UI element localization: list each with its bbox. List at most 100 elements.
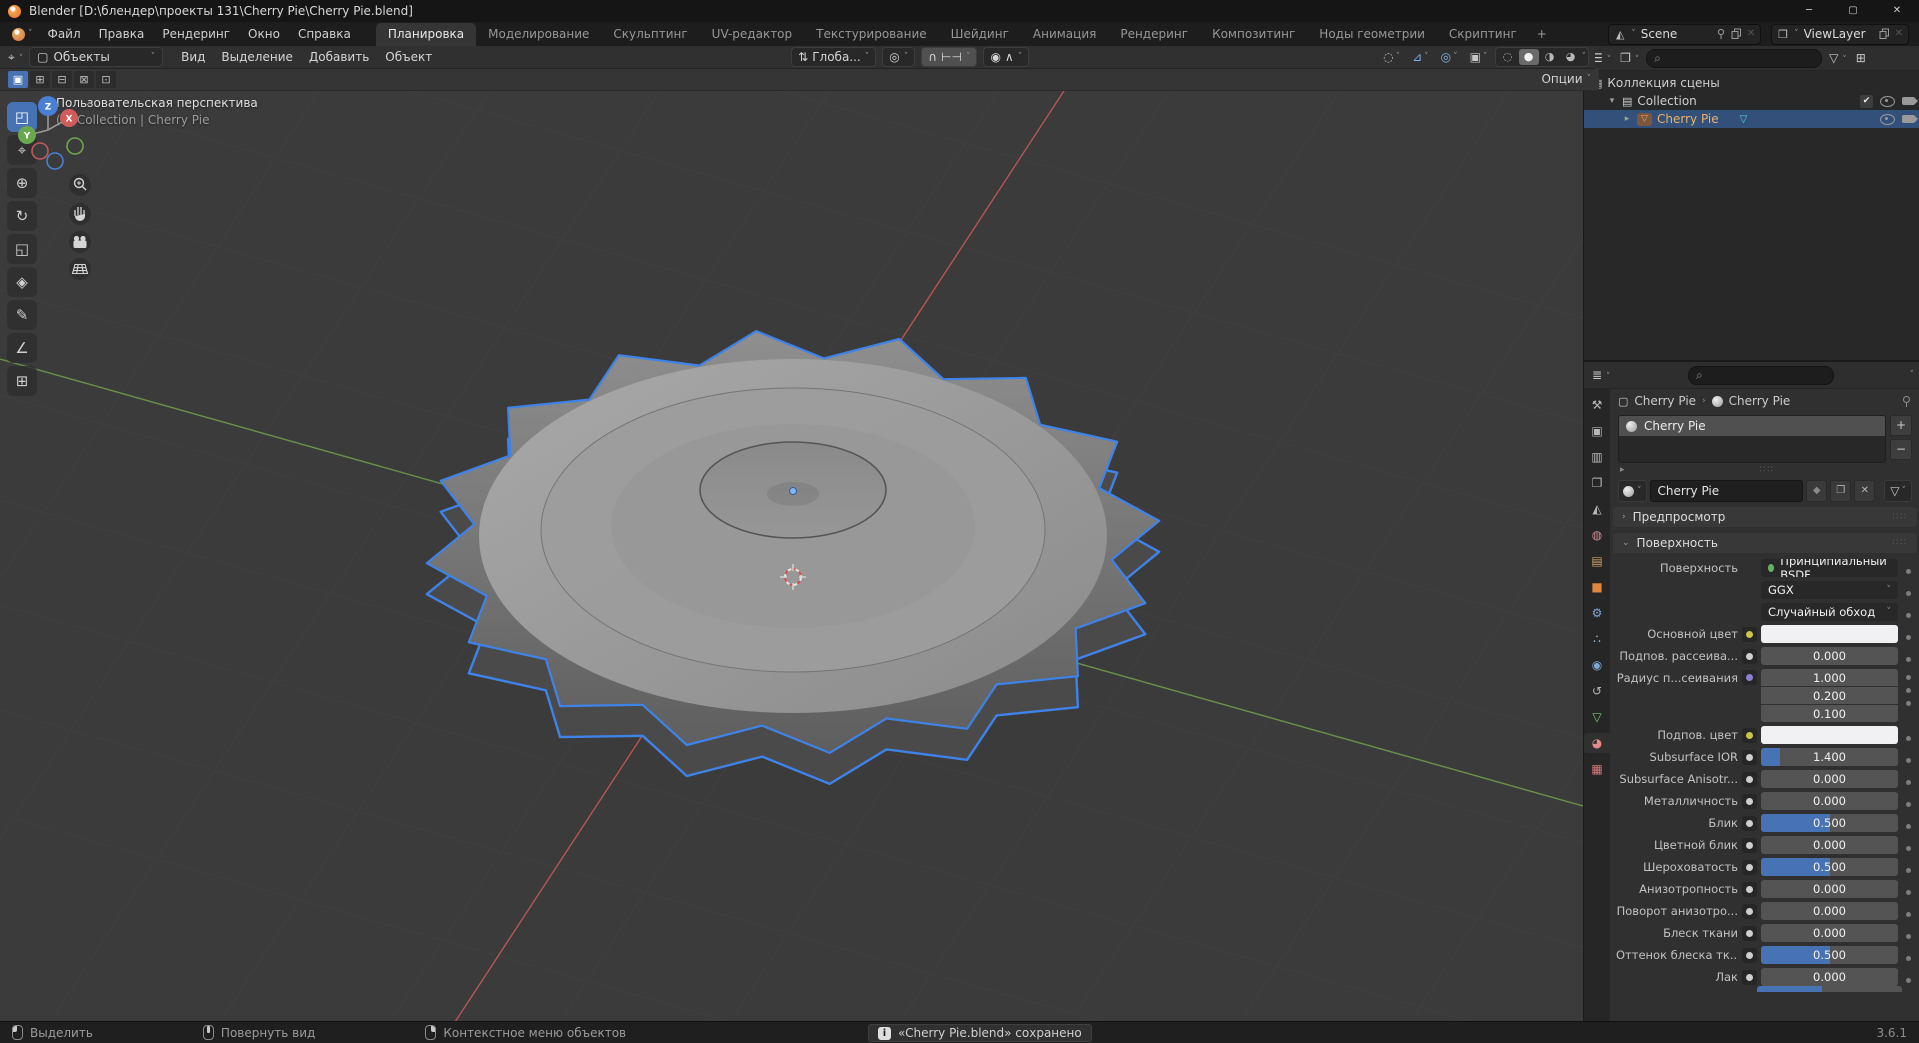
scene-selector[interactable]: ◭ ˅ Scene ✕ bbox=[1608, 23, 1762, 45]
properties-tab-world[interactable]: ◍ bbox=[1585, 525, 1609, 545]
chevron-down-icon[interactable]: ˅ bbox=[1582, 52, 1587, 62]
collapse-arrow-icon[interactable]: ▾ bbox=[1607, 96, 1617, 106]
shading-material-preview[interactable]: ◑ bbox=[1540, 49, 1560, 65]
properties-tab-object-data[interactable]: ▽ bbox=[1585, 707, 1609, 727]
decorator-dot[interactable] bbox=[1902, 861, 1914, 873]
breadcrumb-material[interactable]: Cherry Pie bbox=[1729, 394, 1791, 408]
properties-tab-output[interactable]: ▥ bbox=[1585, 447, 1609, 467]
value-slider[interactable]: 1.400 bbox=[1761, 748, 1898, 766]
3d-viewport[interactable]: ◰ ⌖ ⊕ ↻ ◱ ◈ ✎ ∠ ⊞ Пользовательская перспектива (… bbox=[0, 90, 1583, 1022]
value-slider[interactable]: 0.000 bbox=[1761, 968, 1898, 986]
editor-type-button[interactable]: ⌖ ˅ bbox=[6, 50, 25, 65]
value-slider[interactable]: 0.500 bbox=[1761, 858, 1898, 876]
socket-toggle[interactable] bbox=[1742, 670, 1757, 685]
value-slider[interactable]: 0.000 bbox=[1761, 924, 1898, 942]
workspace-tab-8[interactable]: Композитинг bbox=[1200, 23, 1307, 46]
decorator-dot[interactable] bbox=[1902, 751, 1914, 763]
socket-toggle[interactable] bbox=[1742, 926, 1757, 941]
properties-tab-view-layer[interactable]: ❐ bbox=[1585, 473, 1609, 493]
xray-toggle[interactable]: ▣ ˅ bbox=[1467, 50, 1491, 64]
properties-tab-constraints[interactable]: ↺ bbox=[1585, 681, 1609, 701]
value-slider[interactable]: 0.000 bbox=[1761, 880, 1898, 898]
properties-tab-particles[interactable]: ∴ bbox=[1585, 629, 1609, 649]
properties-tab-scene[interactable]: ◭ bbox=[1585, 499, 1609, 519]
viewport-nav-buttons[interactable] bbox=[69, 174, 91, 280]
add-workspace-button[interactable]: + bbox=[1529, 23, 1555, 46]
socket-toggle[interactable] bbox=[1742, 860, 1757, 875]
slot-list-expander[interactable]: ▸ ∷∷ bbox=[1610, 463, 1919, 477]
breadcrumb-object[interactable]: Cherry Pie bbox=[1634, 394, 1696, 408]
workspace-tab-5[interactable]: Шейдинг bbox=[939, 23, 1021, 46]
properties-tab-material[interactable]: ◕ bbox=[1584, 733, 1610, 753]
socket-toggle[interactable] bbox=[1742, 816, 1757, 831]
decorator-dot[interactable] bbox=[1902, 773, 1914, 785]
socket-toggle[interactable] bbox=[1742, 904, 1757, 919]
node-filter-button[interactable]: ▽ ˅ bbox=[1884, 480, 1912, 502]
workspace-tab-6[interactable]: Анимация bbox=[1021, 23, 1108, 46]
shading-wireframe[interactable]: ◌ bbox=[1498, 49, 1518, 65]
expand-arrow-icon[interactable]: ▸ bbox=[1622, 114, 1632, 124]
close-icon[interactable]: ✕ bbox=[1895, 29, 1903, 39]
minimize-button[interactable]: ─ bbox=[1787, 0, 1831, 22]
close-button[interactable]: ✕ bbox=[1875, 0, 1919, 22]
copy-icon[interactable] bbox=[1731, 28, 1742, 40]
socket-toggle[interactable] bbox=[1742, 838, 1757, 853]
dropdown-field[interactable]: Случайный обход ˅ bbox=[1761, 603, 1898, 621]
remove-slot-button[interactable]: − bbox=[1890, 439, 1912, 460]
mode-dropdown[interactable]: ▢ Объекты ˅ bbox=[29, 47, 164, 67]
tool-add-cube[interactable]: ⊞ bbox=[7, 366, 37, 396]
topbar-menu-0[interactable]: Файл bbox=[39, 24, 90, 44]
decorator-dot[interactable] bbox=[1902, 628, 1914, 640]
select-mode-3[interactable]: ⊠ bbox=[74, 70, 94, 88]
dropdown-field[interactable]: GGX ˅ bbox=[1761, 581, 1898, 599]
orientation-dropdown[interactable]: ⇅ Глоба... ˅ bbox=[791, 47, 877, 67]
workspace-tab-10[interactable]: Скриптинг bbox=[1437, 23, 1529, 46]
socket-toggle[interactable] bbox=[1742, 948, 1757, 963]
workspace-tab-3[interactable]: UV-редактор bbox=[700, 23, 804, 46]
select-mode-4[interactable]: ⊡ bbox=[96, 70, 116, 88]
decorator-dot[interactable] bbox=[1902, 927, 1914, 939]
options-dropdown[interactable]: Опции ˅ bbox=[1541, 72, 1591, 86]
shading-solid[interactable]: ● bbox=[1518, 49, 1539, 65]
socket-toggle[interactable] bbox=[1742, 882, 1757, 897]
value-slider[interactable]: 0.000 bbox=[1761, 902, 1898, 920]
panel-surface[interactable]: ⌄ Поверхность ∷∷ bbox=[1613, 533, 1917, 553]
camera-render-icon[interactable] bbox=[1902, 97, 1918, 105]
socket-toggle[interactable] bbox=[1742, 772, 1757, 787]
decorator-dot[interactable] bbox=[1902, 905, 1914, 917]
navigation-gizmo[interactable]: ‹ Z X Y bbox=[0, 90, 96, 350]
shader-field[interactable]: Принципиальный BSDF bbox=[1761, 559, 1898, 577]
checkbox-icon[interactable]: ✔ bbox=[1860, 94, 1873, 108]
viewlayer-selector[interactable]: ❐ ˅ ViewLayer ✕ bbox=[1771, 23, 1909, 45]
properties-search-input[interactable] bbox=[1707, 367, 1826, 383]
decorator-dot[interactable] bbox=[1902, 949, 1914, 961]
properties-tab-object[interactable]: ■ bbox=[1585, 577, 1609, 597]
material-slot-list[interactable]: Cherry Pie bbox=[1618, 415, 1886, 463]
viewport-menu-0[interactable]: Вид bbox=[173, 48, 213, 66]
decorator-dot[interactable] bbox=[1902, 606, 1914, 618]
drag-grip-icon[interactable]: ∷∷ bbox=[1625, 465, 1910, 475]
color-swatch[interactable] bbox=[1761, 625, 1898, 643]
decorator-dot[interactable] bbox=[1902, 584, 1914, 596]
workspace-tab-2[interactable]: Скульптинг bbox=[601, 23, 699, 46]
filter-button[interactable]: ▽ ˅ bbox=[1827, 51, 1849, 65]
topbar-menu-3[interactable]: Окно bbox=[239, 24, 289, 44]
decorator-dot[interactable] bbox=[1902, 883, 1914, 895]
maximize-button[interactable]: ▢ bbox=[1831, 0, 1875, 22]
object-type-visibility[interactable]: ◌ ˅ bbox=[1380, 50, 1403, 64]
pin-icon[interactable] bbox=[1716, 28, 1726, 40]
value-field[interactable]: 0.200 bbox=[1761, 687, 1898, 704]
properties-tab-modifiers[interactable]: ⚙ bbox=[1585, 603, 1609, 623]
display-mode-button[interactable]: ❐ ˅ bbox=[1618, 51, 1641, 65]
material-name-field[interactable]: Cherry Pie bbox=[1649, 480, 1804, 502]
properties-tab-texture[interactable]: ▦ bbox=[1585, 759, 1609, 779]
topbar-menu-1[interactable]: Правка bbox=[90, 24, 154, 44]
new-collection-button[interactable]: ⊞ bbox=[1854, 51, 1868, 65]
eye-visibility-icon[interactable] bbox=[1880, 95, 1895, 107]
value-field[interactable]: 1.000 bbox=[1761, 669, 1898, 686]
select-mode-2[interactable]: ⊟ bbox=[52, 70, 72, 88]
gizmos-toggle[interactable]: ⊿ ˅ bbox=[1409, 50, 1432, 64]
workspace-tab-9[interactable]: Ноды геометрии bbox=[1307, 23, 1437, 46]
snap-toggle[interactable]: ∩ ⊢⊣ ˅ bbox=[921, 47, 978, 67]
socket-toggle[interactable] bbox=[1742, 750, 1757, 765]
